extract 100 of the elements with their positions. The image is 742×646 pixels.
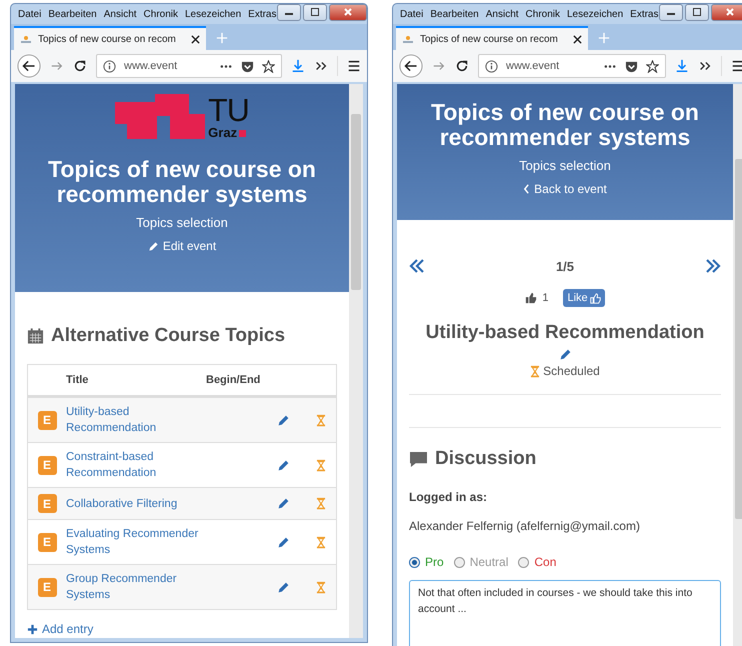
event-subtitle: Topics selection	[136, 215, 228, 230]
edit-icon[interactable]	[277, 580, 290, 594]
topic-link[interactable]: Group Recommender Systems	[66, 571, 206, 603]
menu-icon[interactable]	[347, 59, 361, 73]
previous-icon[interactable]	[409, 258, 425, 274]
overflow-icon[interactable]	[698, 59, 712, 73]
topic-link[interactable]: Collaborative Filtering	[66, 496, 206, 512]
menu-item[interactable]: Datei	[400, 8, 424, 20]
close-icon	[342, 8, 352, 16]
type-badge: E	[38, 578, 56, 596]
reload-icon[interactable]	[455, 59, 469, 73]
like-button[interactable]: Like	[563, 289, 605, 307]
menu-item[interactable]: Chronik	[144, 8, 178, 20]
forward-icon[interactable]	[432, 59, 446, 73]
menu-icon[interactable]	[731, 59, 742, 73]
hourglass-icon	[316, 497, 326, 510]
close-icon[interactable]	[573, 34, 582, 44]
download-icon[interactable]	[291, 59, 305, 73]
edit-icon[interactable]	[277, 536, 290, 548]
add-entry-link[interactable]: Add entry	[27, 622, 94, 636]
thumbs-up-icon	[590, 292, 601, 304]
topic-link[interactable]: Constraint-based Recommendation	[66, 449, 206, 481]
browser-tab[interactable]: Topics of new course on recom	[396, 26, 588, 50]
menu-item[interactable]: Lesezeichen	[185, 8, 242, 20]
menu-item[interactable]: Chronik	[526, 8, 560, 20]
more-icon[interactable]	[219, 64, 233, 68]
status-label: Scheduled	[543, 364, 600, 378]
edit-event-link[interactable]: Edit event	[148, 239, 216, 253]
thumbs-up-icon	[525, 292, 538, 304]
topic-link[interactable]: Evaluating Recommender Systems	[66, 526, 206, 558]
menu-item[interactable]: Bearbeiten	[48, 8, 97, 20]
event-title: Topics of new course on recommender systems	[47, 157, 317, 207]
pocket-icon[interactable]	[625, 60, 638, 72]
logo-blocks-icon	[115, 94, 206, 139]
stance-radio[interactable]: Con	[518, 555, 556, 569]
menu-item[interactable]: Ansicht	[104, 8, 137, 20]
address-field[interactable]: www.event	[96, 54, 282, 78]
back-link[interactable]: Back to event	[523, 182, 607, 196]
type-badge: E	[38, 410, 56, 430]
close-button[interactable]	[710, 4, 742, 20]
column-header: Begin/End	[206, 374, 262, 386]
hourglass-icon	[316, 414, 326, 426]
hourglass-icon	[530, 364, 540, 378]
user-name: Alexander Felfernig (afelfernig@ymail.com)	[409, 519, 641, 533]
favicon-icon	[20, 33, 32, 45]
info-icon	[485, 60, 498, 72]
pocket-icon[interactable]	[241, 60, 254, 72]
close-button[interactable]	[328, 4, 366, 20]
star-icon[interactable]	[262, 60, 275, 72]
menu-item[interactable]: Bearbeiten	[430, 8, 479, 20]
minimize-button[interactable]	[276, 4, 300, 20]
forward-icon[interactable]	[50, 59, 64, 73]
edit-icon[interactable]	[277, 458, 290, 472]
calendar-icon	[27, 327, 44, 345]
comment-icon	[409, 450, 428, 468]
edit-icon[interactable]	[558, 348, 572, 361]
edit-icon[interactable]	[277, 414, 290, 426]
back-icon[interactable]	[17, 54, 41, 78]
maximize-button[interactable]	[684, 4, 708, 20]
hourglass-icon	[316, 458, 326, 472]
overflow-icon[interactable]	[314, 59, 328, 73]
reload-icon[interactable]	[73, 59, 87, 73]
type-badge: E	[38, 456, 56, 474]
browser-tab[interactable]: Topics of new course on recom	[14, 26, 206, 50]
download-icon[interactable]	[675, 59, 689, 73]
event-title: Topics of new course on recommender systems	[430, 100, 700, 150]
back-icon[interactable]	[399, 54, 423, 78]
favicon-icon	[402, 33, 414, 45]
menu-item[interactable]: Lesezeichen	[567, 8, 624, 20]
close-icon	[724, 8, 734, 16]
close-icon[interactable]	[191, 34, 200, 44]
logo-square-icon	[239, 130, 246, 137]
logo-subtext: Graz	[208, 126, 238, 139]
section-heading: Discussion	[435, 448, 536, 470]
next-icon[interactable]	[704, 258, 721, 274]
hourglass-icon	[316, 536, 326, 548]
topic-link[interactable]: Utility-based Recommendation	[66, 404, 206, 436]
comment-field[interactable]: Not that often included in courses - we should take this into account ...	[409, 580, 721, 646]
scrollbar[interactable]	[349, 84, 363, 638]
logo-text: TU	[208, 94, 249, 126]
event-subtitle: Topics selection	[519, 158, 611, 173]
stance-radio[interactable]: Pro	[409, 555, 444, 569]
like-count: 1	[542, 292, 548, 304]
hourglass-icon	[316, 580, 326, 594]
topic-title: Utility-based Recommendation	[424, 322, 706, 344]
pencil-icon	[148, 240, 159, 252]
menu-item[interactable]: Extras	[248, 8, 276, 20]
chevron-left-icon	[523, 184, 530, 194]
menu-item[interactable]: Datei	[18, 8, 42, 20]
minimize-button[interactable]	[658, 4, 682, 20]
star-icon[interactable]	[646, 60, 659, 72]
menu-item[interactable]: Ansicht	[486, 8, 519, 20]
address-field[interactable]: www.event	[478, 54, 666, 78]
maximize-button[interactable]	[302, 4, 326, 20]
menu-item[interactable]: Extras	[630, 8, 658, 20]
info-icon	[103, 60, 116, 72]
section-heading: Alternative Course Topics	[51, 325, 286, 347]
more-icon[interactable]	[603, 64, 617, 68]
edit-icon[interactable]	[277, 497, 290, 510]
maximize-icon	[692, 8, 702, 16]
